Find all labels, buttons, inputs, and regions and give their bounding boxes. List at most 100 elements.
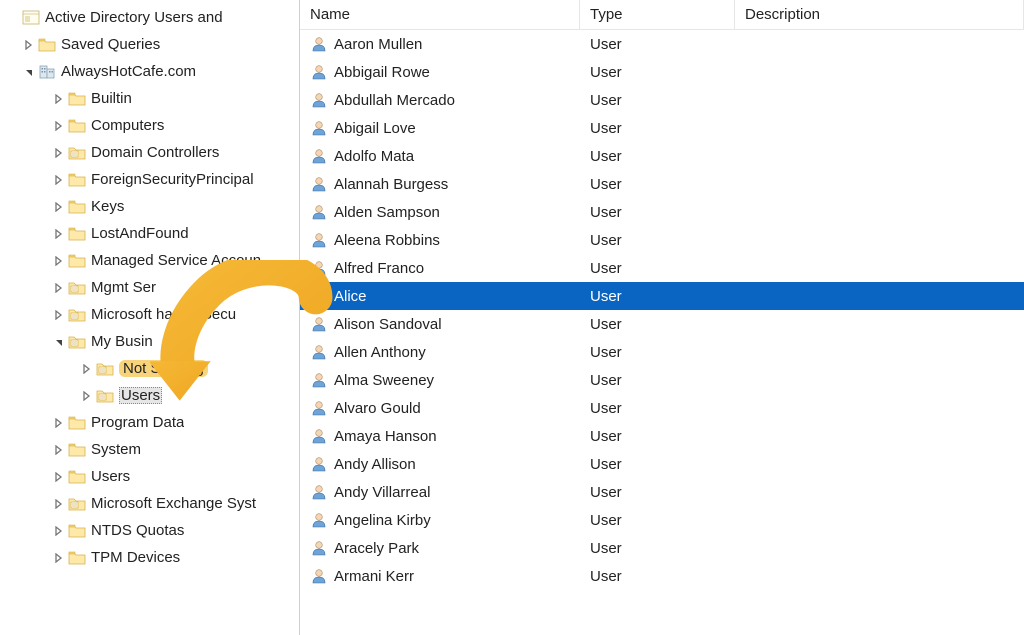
aduc-icon	[22, 9, 40, 27]
table-row[interactable]: Alison SandovalUser	[300, 310, 1024, 338]
table-row[interactable]: Abigail LoveUser	[300, 114, 1024, 142]
tree-node[interactable]: Mgmt Ser	[0, 274, 299, 301]
expander-icon[interactable]	[6, 11, 20, 25]
cell-type: User	[580, 394, 735, 422]
cell-type: User	[580, 254, 735, 282]
expander-icon[interactable]	[22, 38, 36, 52]
tree-node[interactable]: System	[0, 436, 299, 463]
list-pane[interactable]: Name Type Description Aaron MullenUserAb…	[300, 0, 1024, 635]
tree-node[interactable]: My Busin	[0, 328, 299, 355]
expander-icon[interactable]	[52, 200, 66, 214]
table-row[interactable]: Allen Anthony User	[300, 338, 1024, 366]
user-icon	[310, 203, 328, 221]
expander-icon[interactable]	[52, 416, 66, 430]
folder-icon	[68, 171, 86, 189]
expander-icon[interactable]	[52, 335, 66, 349]
tree-node[interactable]: Users	[0, 382, 299, 409]
cell-type: User	[580, 338, 735, 366]
tree-label: Mgmt Ser	[91, 279, 156, 296]
expander-icon[interactable]	[52, 146, 66, 160]
table-row[interactable]: Adolfo MataUser	[300, 142, 1024, 170]
expander-icon[interactable]	[52, 308, 66, 322]
user-icon	[310, 343, 328, 361]
cell-type: User	[580, 170, 735, 198]
table-row[interactable]: Alvaro GouldUser	[300, 394, 1024, 422]
tree-label: Managed Service Accoun	[91, 252, 261, 269]
table-row[interactable]: Abbigail RoweUser	[300, 58, 1024, 86]
tree-node[interactable]: Keys	[0, 193, 299, 220]
column-header-description[interactable]: Description	[735, 0, 1024, 29]
expander-icon[interactable]	[80, 362, 94, 376]
table-row[interactable]: Andy AllisonUser	[300, 450, 1024, 478]
tree-label: My Busin	[91, 333, 153, 350]
folder-icon	[68, 468, 86, 486]
tree-node[interactable]: Managed Service Accoun	[0, 247, 299, 274]
expander-icon[interactable]	[52, 173, 66, 187]
column-header-type[interactable]: Type	[580, 0, 735, 29]
tree-pane[interactable]: Active Directory Users and Com Saved Que…	[0, 0, 300, 635]
user-icon	[310, 483, 328, 501]
tree-node[interactable]: Microsoft Exchange Syst	[0, 490, 299, 517]
table-row[interactable]: Aracely ParkUser	[300, 534, 1024, 562]
tree-node[interactable]: Not Syncing	[0, 355, 299, 382]
expander-icon[interactable]	[52, 524, 66, 538]
tree-node[interactable]: Program Data	[0, 409, 299, 436]
ou-icon	[96, 360, 114, 378]
table-row[interactable]: Armani KerrUser	[300, 562, 1024, 590]
tree-node[interactable]: Computers	[0, 112, 299, 139]
cell-name: Alannah Burgess	[300, 170, 580, 198]
cell-name-text: Aracely Park	[334, 540, 419, 557]
tree-node[interactable]: ForeignSecurityPrincipal	[0, 166, 299, 193]
user-icon	[310, 455, 328, 473]
expander-icon[interactable]	[52, 497, 66, 511]
table-row[interactable]: Aaron MullenUser	[300, 30, 1024, 58]
table-row[interactable]: Aleena RobbinsUser	[300, 226, 1024, 254]
table-row[interactable]: Abdullah MercadoUser	[300, 86, 1024, 114]
expander-icon[interactable]	[52, 254, 66, 268]
table-row[interactable]: Alma SweeneyUser	[300, 366, 1024, 394]
cell-description	[735, 562, 1024, 590]
table-row[interactable]: Alfred FrancoUser	[300, 254, 1024, 282]
column-header-name[interactable]: Name	[300, 0, 580, 29]
expander-icon[interactable]	[52, 551, 66, 565]
tree-label: AlwaysHotCafe.com	[61, 63, 196, 80]
table-row[interactable]: Amaya HansonUser	[300, 422, 1024, 450]
tree-node[interactable]: LostAndFound	[0, 220, 299, 247]
expander-icon[interactable]	[52, 470, 66, 484]
tree-label: Saved Queries	[61, 36, 160, 53]
tree-node-domain[interactable]: AlwaysHotCafe.com	[0, 58, 299, 85]
tree-node[interactable]: Domain Controllers	[0, 139, 299, 166]
column-header-label: Description	[745, 6, 820, 23]
tree-node[interactable]: Users	[0, 463, 299, 490]
tree-node[interactable]: NTDS Quotas	[0, 517, 299, 544]
expander-icon[interactable]	[80, 389, 94, 403]
table-row[interactable]: Angelina KirbyUser	[300, 506, 1024, 534]
folder-icon	[68, 441, 86, 459]
cell-name: Andy Allison	[300, 450, 580, 478]
folder-icon	[68, 252, 86, 270]
table-row[interactable]: Alden SampsonUser	[300, 198, 1024, 226]
cell-type: User	[580, 198, 735, 226]
tree-node[interactable]: TPM Devices	[0, 544, 299, 571]
tree-node[interactable]: Microsoft hange Secu	[0, 301, 299, 328]
expander-icon[interactable]	[52, 227, 66, 241]
cell-name-text: Allen Anthony	[334, 344, 426, 361]
expander-icon[interactable]	[52, 281, 66, 295]
user-icon	[310, 287, 328, 305]
table-row[interactable]: Alannah BurgessUser	[300, 170, 1024, 198]
table-row[interactable]: AliceUser	[300, 282, 1024, 310]
user-icon	[310, 63, 328, 81]
expander-icon[interactable]	[52, 92, 66, 106]
cell-description	[735, 226, 1024, 254]
tree-node[interactable]: Builtin	[0, 85, 299, 112]
expander-icon[interactable]	[52, 119, 66, 133]
folder-icon	[68, 225, 86, 243]
cell-type: User	[580, 114, 735, 142]
expander-icon[interactable]	[22, 65, 36, 79]
expander-icon[interactable]	[52, 443, 66, 457]
tree-node-root[interactable]: Active Directory Users and Com	[0, 4, 299, 31]
cell-name-text: Aaron Mullen	[334, 36, 422, 53]
cell-description	[735, 30, 1024, 58]
tree-node-saved-queries[interactable]: Saved Queries	[0, 31, 299, 58]
table-row[interactable]: Andy VillarrealUser	[300, 478, 1024, 506]
